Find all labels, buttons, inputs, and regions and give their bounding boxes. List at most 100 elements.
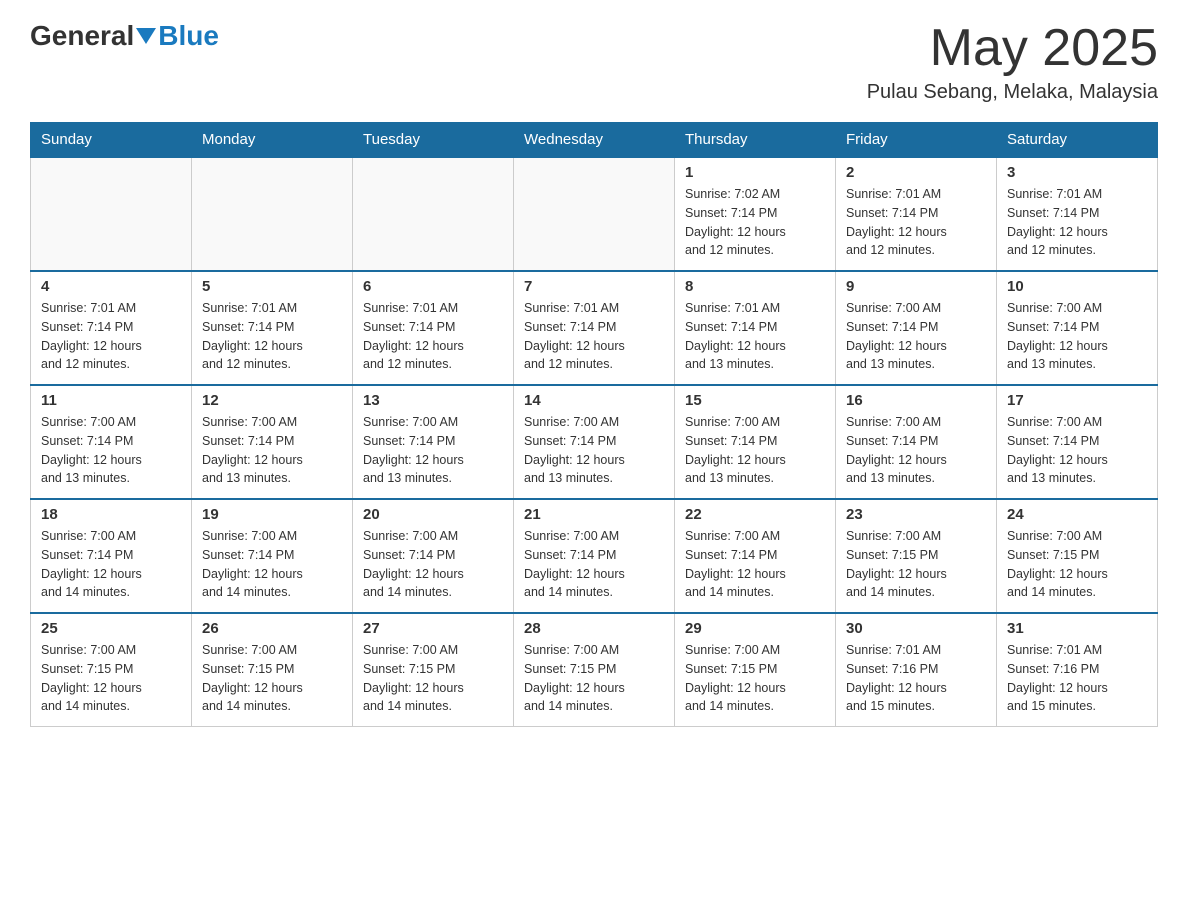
calendar-cell-28: 28 Sunrise: 7:00 AMSunset: 7:15 PMDayligh…: [514, 613, 675, 727]
day-number: 3: [1007, 164, 1147, 181]
logo: General Blue: [30, 20, 219, 52]
calendar-cell-31: 31Sunrise: 7:01 AMSunset: 7:16 PMDayligh…: [997, 613, 1158, 727]
day-info: Sunrise: 7:01 AMSunset: 7:14 PMDaylight:…: [685, 299, 825, 374]
day-number: 23: [846, 506, 986, 523]
week-row-5: 25 Sunrise: 7:00 AMSunset: 7:15 PMDayligh…: [31, 613, 1158, 727]
day-info: Sunrise: 7:00 AMSunset: 7:14 PMDaylight:…: [363, 527, 503, 602]
day-number: 8: [685, 278, 825, 295]
day-number: 5: [202, 278, 342, 295]
day-info: Sunrise: 7:00 AMSunset: 7:14 PMDaylight:…: [202, 413, 342, 488]
calendar-header-wednesday: Wednesday: [514, 123, 675, 158]
day-info: Sunrise: 7:00 AMSunset: 7:14 PMDaylight:…: [685, 527, 825, 602]
day-number: 13: [363, 392, 503, 409]
calendar-cell-11: 11Sunrise: 7:00 AMSunset: 7:14 PMDayligh…: [31, 385, 192, 499]
calendar-cell-17: 17 Sunrise: 7:00 AMSunset: 7:14 PMDayligh…: [997, 385, 1158, 499]
day-number: 26: [202, 620, 342, 637]
calendar-cell-3: 3Sunrise: 7:01 AMSunset: 7:14 PMDaylight…: [997, 157, 1158, 271]
calendar-cell-empty-0-0: [31, 157, 192, 271]
day-number: 2: [846, 164, 986, 181]
calendar-cell-2: 2 Sunrise: 7:01 AMSunset: 7:14 PMDaylight…: [836, 157, 997, 271]
day-info: Sunrise: 7:01 AMSunset: 7:14 PMDaylight:…: [524, 299, 664, 374]
calendar-cell-empty-0-1: [192, 157, 353, 271]
day-number: 20: [363, 506, 503, 523]
calendar-cell-14: 14 Sunrise: 7:00 AMSunset: 7:14 PMDayligh…: [514, 385, 675, 499]
calendar-cell-21: 21Sunrise: 7:00 AMSunset: 7:14 PMDayligh…: [514, 499, 675, 613]
day-info: Sunrise: 7:00 AMSunset: 7:14 PMDaylight:…: [1007, 299, 1147, 374]
day-number: 15: [685, 392, 825, 409]
day-info: Sunrise: 7:00 AMSunset: 7:15 PMDaylight:…: [41, 641, 181, 716]
day-info: Sunrise: 7:00 AMSunset: 7:15 PMDaylight:…: [685, 641, 825, 716]
calendar-cell-1: 1Sunrise: 7:02 AMSunset: 7:14 PMDaylight…: [675, 157, 836, 271]
day-number: 30: [846, 620, 986, 637]
calendar-cell-5: 5 Sunrise: 7:01 AMSunset: 7:14 PMDaylight…: [192, 271, 353, 385]
calendar-cell-12: 12 Sunrise: 7:00 AMSunset: 7:14 PMDayligh…: [192, 385, 353, 499]
day-info: Sunrise: 7:00 AMSunset: 7:14 PMDaylight:…: [524, 413, 664, 488]
logo-blue-text: Blue: [158, 20, 219, 52]
calendar-table: SundayMondayTuesdayWednesdayThursdayFrid…: [30, 122, 1158, 727]
calendar-cell-8: 8 Sunrise: 7:01 AMSunset: 7:14 PMDaylight…: [675, 271, 836, 385]
day-info: Sunrise: 7:00 AMSunset: 7:15 PMDaylight:…: [524, 641, 664, 716]
page-header: General Blue May 2025 Pulau Sebang, Mela…: [30, 20, 1158, 104]
calendar-header-friday: Friday: [836, 123, 997, 158]
calendar-header-row: SundayMondayTuesdayWednesdayThursdayFrid…: [31, 123, 1158, 158]
day-number: 24: [1007, 506, 1147, 523]
day-info: Sunrise: 7:00 AMSunset: 7:14 PMDaylight:…: [685, 413, 825, 488]
week-row-1: 1Sunrise: 7:02 AMSunset: 7:14 PMDaylight…: [31, 157, 1158, 271]
day-info: Sunrise: 7:01 AMSunset: 7:14 PMDaylight:…: [202, 299, 342, 374]
logo-general-text: General: [30, 20, 134, 52]
day-number: 27: [363, 620, 503, 637]
day-number: 7: [524, 278, 664, 295]
day-info: Sunrise: 7:01 AMSunset: 7:16 PMDaylight:…: [846, 641, 986, 716]
calendar-cell-16: 16 Sunrise: 7:00 AMSunset: 7:14 PMDayligh…: [836, 385, 997, 499]
day-number: 6: [363, 278, 503, 295]
calendar-cell-empty-0-3: [514, 157, 675, 271]
calendar-cell-22: 22Sunrise: 7:00 AMSunset: 7:14 PMDayligh…: [675, 499, 836, 613]
day-number: 18: [41, 506, 181, 523]
calendar-header-sunday: Sunday: [31, 123, 192, 158]
day-number: 28: [524, 620, 664, 637]
day-info: Sunrise: 7:00 AMSunset: 7:14 PMDaylight:…: [1007, 413, 1147, 488]
day-number: 25: [41, 620, 181, 637]
day-info: Sunrise: 7:00 AMSunset: 7:15 PMDaylight:…: [202, 641, 342, 716]
calendar-cell-13: 13 Sunrise: 7:00 AMSunset: 7:14 PMDayligh…: [353, 385, 514, 499]
calendar-cell-18: 18 Sunrise: 7:00 AMSunset: 7:14 PMDayligh…: [31, 499, 192, 613]
title-block: May 2025 Pulau Sebang, Melaka, Malaysia: [867, 20, 1158, 104]
day-number: 12: [202, 392, 342, 409]
calendar-cell-30: 30 Sunrise: 7:01 AMSunset: 7:16 PMDayligh…: [836, 613, 997, 727]
day-number: 14: [524, 392, 664, 409]
day-info: Sunrise: 7:01 AMSunset: 7:14 PMDaylight:…: [363, 299, 503, 374]
calendar-cell-6: 6 Sunrise: 7:01 AMSunset: 7:14 PMDaylight…: [353, 271, 514, 385]
calendar-cell-19: 19Sunrise: 7:00 AMSunset: 7:14 PMDayligh…: [192, 499, 353, 613]
day-info: Sunrise: 7:00 AMSunset: 7:14 PMDaylight:…: [846, 299, 986, 374]
location-subtitle: Pulau Sebang, Melaka, Malaysia: [867, 81, 1158, 104]
day-info: Sunrise: 7:00 AMSunset: 7:14 PMDaylight:…: [846, 413, 986, 488]
calendar-cell-7: 7 Sunrise: 7:01 AMSunset: 7:14 PMDaylight…: [514, 271, 675, 385]
day-number: 21: [524, 506, 664, 523]
calendar-header-saturday: Saturday: [997, 123, 1158, 158]
logo-triangle-icon: [136, 28, 156, 44]
day-number: 31: [1007, 620, 1147, 637]
day-number: 16: [846, 392, 986, 409]
calendar-header-monday: Monday: [192, 123, 353, 158]
week-row-4: 18 Sunrise: 7:00 AMSunset: 7:14 PMDayligh…: [31, 499, 1158, 613]
day-info: Sunrise: 7:01 AMSunset: 7:14 PMDaylight:…: [41, 299, 181, 374]
week-row-3: 11Sunrise: 7:00 AMSunset: 7:14 PMDayligh…: [31, 385, 1158, 499]
day-number: 29: [685, 620, 825, 637]
day-number: 10: [1007, 278, 1147, 295]
day-info: Sunrise: 7:01 AMSunset: 7:14 PMDaylight:…: [846, 185, 986, 260]
calendar-cell-empty-0-2: [353, 157, 514, 271]
calendar-cell-25: 25 Sunrise: 7:00 AMSunset: 7:15 PMDayligh…: [31, 613, 192, 727]
day-number: 19: [202, 506, 342, 523]
day-number: 4: [41, 278, 181, 295]
calendar-cell-29: 29 Sunrise: 7:00 AMSunset: 7:15 PMDayligh…: [675, 613, 836, 727]
day-info: Sunrise: 7:00 AMSunset: 7:14 PMDaylight:…: [41, 527, 181, 602]
calendar-cell-10: 10 Sunrise: 7:00 AMSunset: 7:14 PMDayligh…: [997, 271, 1158, 385]
day-number: 9: [846, 278, 986, 295]
day-info: Sunrise: 7:00 AMSunset: 7:15 PMDaylight:…: [1007, 527, 1147, 602]
calendar-cell-9: 9 Sunrise: 7:00 AMSunset: 7:14 PMDaylight…: [836, 271, 997, 385]
day-info: Sunrise: 7:00 AMSunset: 7:14 PMDaylight:…: [363, 413, 503, 488]
calendar-cell-24: 24 Sunrise: 7:00 AMSunset: 7:15 PMDayligh…: [997, 499, 1158, 613]
day-number: 17: [1007, 392, 1147, 409]
calendar-cell-26: 26 Sunrise: 7:00 AMSunset: 7:15 PMDayligh…: [192, 613, 353, 727]
calendar-cell-4: 4 Sunrise: 7:01 AMSunset: 7:14 PMDaylight…: [31, 271, 192, 385]
